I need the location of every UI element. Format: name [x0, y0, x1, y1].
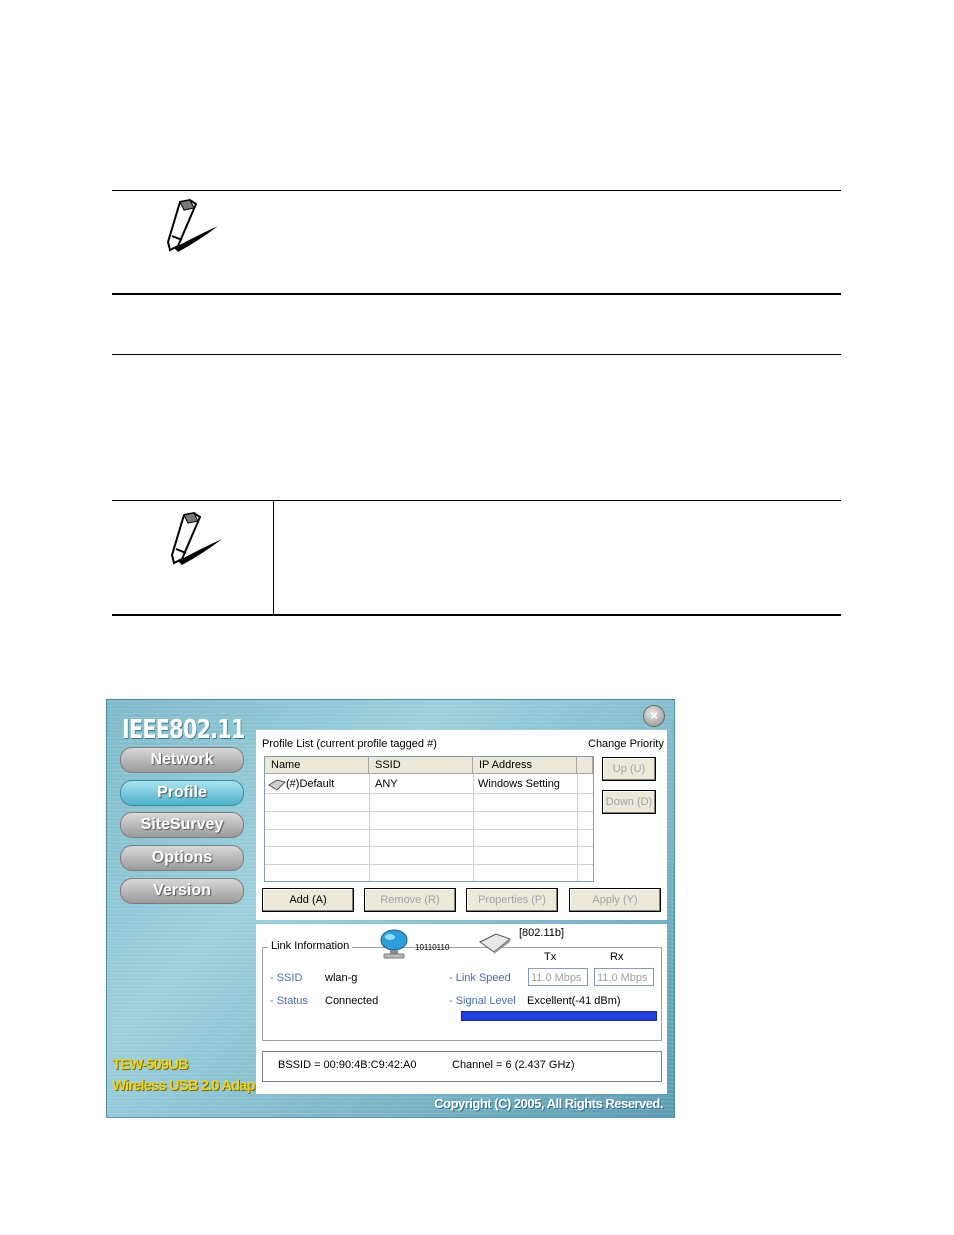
nav-network-button[interactable]: Network: [120, 747, 244, 773]
grid-line: [265, 793, 593, 794]
add-button[interactable]: Add (A): [262, 888, 354, 912]
pencil-icon: [160, 196, 224, 261]
link-info-group: [262, 947, 662, 1041]
brand-title: IEEE802.11: [122, 715, 245, 745]
nav-sitesurvey-button[interactable]: SiteSurvey: [120, 812, 244, 838]
grid-line: [265, 811, 593, 812]
profile-name-cell: (#)Default: [286, 778, 335, 790]
column-header-ssid[interactable]: SSID: [369, 757, 473, 774]
nav-version-button[interactable]: Version: [120, 878, 244, 904]
rx-label: Rx: [610, 951, 624, 963]
second-note-divider: [273, 500, 274, 615]
rx-speed-field: 11.0 Mbps: [594, 968, 654, 986]
column-header-name[interactable]: Name: [265, 757, 369, 774]
ssid-label: - SSID: [270, 972, 303, 984]
copyright-text: Copyright (C) 2005, All Rights Reserved.: [434, 1096, 663, 1111]
profile-panel: Profile List (current profile tagged #) …: [256, 730, 667, 920]
profile-table[interactable]: Name SSID IP Address (#)Default ANY Wind…: [264, 756, 594, 882]
column-header-ip[interactable]: IP Address: [473, 757, 577, 774]
model-name: TEW-509UB: [112, 1056, 189, 1073]
up-button[interactable]: Up (U): [602, 757, 656, 781]
binary-text: 10110110: [415, 943, 450, 952]
model-description: Wireless USB 2.0 Adapter: [112, 1077, 272, 1094]
signal-level-value: Excellent(-41 dBm): [527, 995, 621, 1007]
nav-profile-button[interactable]: Profile: [120, 780, 244, 806]
section-rule: [112, 354, 841, 355]
second-note-rule-bottom: [112, 614, 841, 616]
tx-label: Tx: [544, 951, 557, 963]
profile-ssid-cell: ANY: [375, 778, 398, 790]
adapter-icon: [478, 932, 512, 959]
tx-speed-field: 11.0 Mbps: [528, 968, 588, 986]
signal-bar-fill: [462, 1012, 656, 1020]
change-priority-label: Change Priority: [588, 738, 664, 750]
grid-line: [265, 846, 593, 847]
signal-level-label: - Signal Level: [449, 995, 516, 1007]
bssid-text: BSSID = 00:90:4B:C9:42:A0: [278, 1059, 417, 1071]
grid-line: [265, 864, 593, 865]
profile-ip-cell: Windows Setting: [478, 778, 560, 790]
link-info-panel: Link Information 10110110 [802.11b] Tx R…: [256, 924, 667, 1094]
ssid-value: wlan-g: [325, 972, 358, 984]
link-speed-label: - Link Speed: [449, 972, 511, 984]
grid-line: [265, 829, 593, 830]
signal-bar-track: [461, 1011, 657, 1021]
model-label: TEW-509UB Wireless USB 2.0 Adapter: [112, 1054, 272, 1096]
down-button[interactable]: Down (D): [602, 790, 656, 814]
apply-button[interactable]: Apply (Y): [569, 888, 661, 912]
top-note-rule-top: [112, 190, 841, 191]
profile-icon: [268, 778, 286, 796]
utility-window: IEEE802.11 × Network Profile SiteSurvey …: [106, 699, 675, 1118]
channel-text: Channel = 6 (2.437 GHz): [452, 1059, 575, 1071]
link-info-title: Link Information: [268, 940, 353, 952]
status-label: - Status: [270, 995, 308, 1007]
mode-label: [802.11b]: [519, 927, 565, 939]
status-value: Connected: [325, 995, 379, 1007]
pencil-icon: [164, 508, 228, 575]
computer-icon: [378, 928, 412, 965]
nav-options-button[interactable]: Options: [120, 845, 244, 871]
properties-button[interactable]: Properties (P): [466, 888, 558, 912]
close-button[interactable]: ×: [643, 705, 665, 727]
profile-list-title: Profile List (current profile tagged #): [262, 738, 437, 750]
top-note-rule-bottom: [112, 293, 841, 295]
table-row[interactable]: (#)Default ANY Windows Setting: [265, 776, 593, 792]
second-note-rule-top: [112, 500, 841, 501]
remove-button[interactable]: Remove (R): [364, 888, 456, 912]
column-header-blank: [577, 757, 593, 774]
